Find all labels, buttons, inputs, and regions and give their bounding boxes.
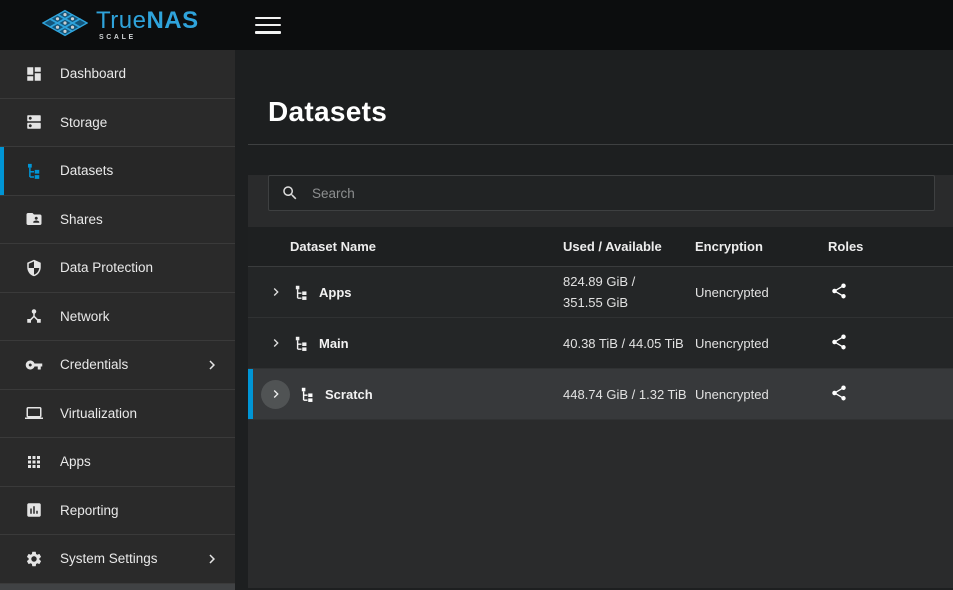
table-header-row: Dataset Name Used / Available Encryption…: [248, 227, 953, 267]
column-header-used-available: Used / Available: [563, 239, 695, 254]
table-row-scratch[interactable]: Scratch 448.74 GiB / 1.32 TiB Unencrypte…: [248, 369, 953, 420]
credentials-icon: [25, 356, 43, 374]
sidebar-item-label: Virtualization: [60, 406, 137, 421]
sidebar-item-label: Reporting: [60, 503, 119, 518]
table-row-main[interactable]: Main 40.38 TiB / 44.05 TiB Unencrypted: [248, 318, 953, 369]
sidebar-item-label: Datasets: [60, 163, 113, 178]
used-available-value: 40.38 TiB / 44.05 TiB: [563, 333, 695, 354]
sidebar-item-network[interactable]: Network: [0, 293, 235, 342]
sidebar-item-label: Data Protection: [60, 260, 153, 275]
network-icon: [25, 307, 43, 325]
sidebar-item-data-protection[interactable]: Data Protection: [0, 244, 235, 293]
sidebar: Dashboard Storage Datasets Shares Data P…: [0, 50, 235, 590]
sidebar-item-datasets[interactable]: Datasets: [0, 147, 235, 196]
logo-subtitle: SCALE: [99, 34, 199, 41]
virtualization-icon: [25, 404, 43, 422]
expand-row-button[interactable]: [268, 335, 284, 351]
truenas-logo[interactable]: TrueNAS SCALE: [0, 4, 235, 47]
storage-icon: [25, 113, 43, 131]
page-title: Datasets: [268, 96, 953, 128]
sidebar-item-dashboard[interactable]: Dashboard: [0, 50, 235, 99]
sidebar-item-system-settings[interactable]: System Settings: [0, 535, 235, 584]
encryption-value: Unencrypted: [695, 387, 828, 402]
dataset-name: Scratch: [325, 387, 373, 402]
dataset-tree-icon: [299, 386, 316, 403]
chevron-right-icon: [203, 550, 221, 568]
share-icon[interactable]: [830, 333, 850, 353]
chevron-right-icon: [203, 356, 221, 374]
used-available-value: 824.89 GiB / 351.55 GiB: [563, 271, 695, 313]
sidebar-item-label: Apps: [60, 454, 91, 469]
menu-icon[interactable]: [255, 17, 281, 34]
encryption-value: Unencrypted: [695, 285, 828, 300]
table-row-apps[interactable]: Apps 824.89 GiB / 351.55 GiB Unencrypted: [248, 267, 953, 318]
expand-row-button[interactable]: [261, 380, 290, 409]
sidebar-item-credentials[interactable]: Credentials: [0, 341, 235, 390]
apps-icon: [25, 453, 43, 471]
column-header-roles: Roles: [828, 239, 953, 254]
truenas-logo-icon: [42, 4, 88, 47]
data-protection-icon: [25, 259, 43, 277]
share-icon[interactable]: [830, 384, 850, 404]
expand-row-button[interactable]: [268, 284, 284, 300]
dataset-name: Apps: [319, 285, 352, 300]
shares-icon: [25, 210, 43, 228]
dataset-tree-icon: [293, 284, 310, 301]
sidebar-item-label: Credentials: [60, 357, 128, 372]
datasets-table: Dataset Name Used / Available Encryption…: [248, 227, 953, 420]
sidebar-item-label: Network: [60, 309, 110, 324]
main-content: Datasets Dataset Name Used / Available E…: [235, 50, 953, 590]
sidebar-item-reporting[interactable]: Reporting: [0, 487, 235, 536]
sidebar-item-shares[interactable]: Shares: [0, 196, 235, 245]
datasets-icon: [25, 162, 43, 180]
share-icon[interactable]: [830, 282, 850, 302]
sidebar-item-label: Dashboard: [60, 66, 126, 81]
column-header-encryption: Encryption: [695, 239, 828, 254]
sidebar-item-apps[interactable]: Apps: [0, 438, 235, 487]
sidebar-item-label: Shares: [60, 212, 103, 227]
dashboard-icon: [25, 65, 43, 83]
sidebar-item-label: Storage: [60, 115, 107, 130]
dataset-tree-icon: [293, 335, 310, 352]
search-box: [268, 175, 935, 211]
logo-text-nas: NAS: [146, 7, 198, 34]
dataset-name: Main: [319, 336, 349, 351]
system-settings-icon: [25, 550, 43, 568]
title-divider: [248, 144, 953, 145]
column-header-dataset-name: Dataset Name: [248, 239, 563, 254]
sidebar-item-label: System Settings: [60, 551, 158, 566]
reporting-icon: [25, 501, 43, 519]
sidebar-item-virtualization[interactable]: Virtualization: [0, 390, 235, 439]
datasets-card: Dataset Name Used / Available Encryption…: [248, 175, 953, 588]
search-input[interactable]: [312, 186, 922, 201]
search-icon: [281, 184, 299, 202]
logo-text-true: True: [96, 7, 146, 34]
used-available-value: 448.74 GiB / 1.32 TiB: [563, 384, 695, 405]
sidebar-item-storage[interactable]: Storage: [0, 99, 235, 148]
truenas-logo-text: TrueNAS SCALE: [96, 9, 199, 41]
encryption-value: Unencrypted: [695, 336, 828, 351]
topbar: TrueNAS SCALE: [0, 0, 953, 50]
sidebar-footer: [0, 584, 235, 590]
